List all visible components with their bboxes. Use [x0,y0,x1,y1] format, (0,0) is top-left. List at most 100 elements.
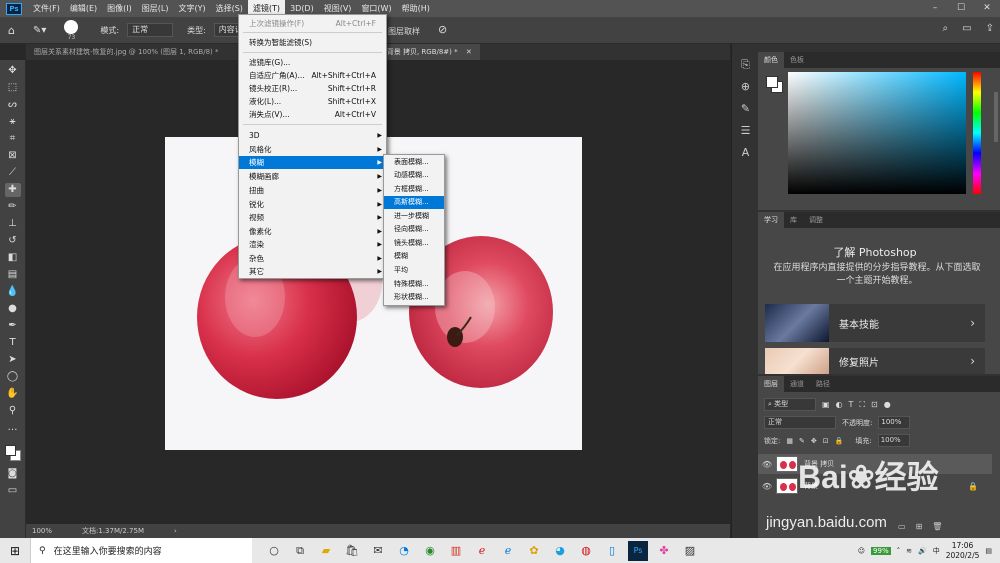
frame-tool-icon[interactable]: ⊠ [5,149,21,163]
volume-icon[interactable]: 🔊 [918,547,927,555]
crop-tool-icon[interactable]: ⌗ [5,132,21,146]
image-viewer-icon[interactable]: ▨ [680,541,700,561]
workspace-icon[interactable]: ▭ [962,23,971,34]
browser-e-red-icon[interactable]: ℯ [472,541,492,561]
system-clock[interactable]: 17:06 2020/2/5 [946,541,980,561]
new-layer-icon[interactable]: ⊞ [916,522,923,531]
filter-shape-icon[interactable]: ⛶ [859,400,865,410]
tab-paths[interactable]: 路径 [810,376,836,392]
menu-item-adaptive-wide-angle[interactable]: 自适应广角(A)... Alt+Shift+Ctrl+A [239,69,386,82]
document-tab-active[interactable]: (背景 拷贝, RGB/8#) * ✕ [376,44,480,60]
path-selection-tool-icon[interactable]: ➤ [5,353,21,367]
close-button[interactable]: ✕ [974,0,1000,17]
menu-item-vanishing-point[interactable]: 消失点(V)... Alt+Ctrl+V [239,108,386,121]
filter-toggle-icon[interactable]: ● [884,400,891,409]
menu-layer[interactable]: 图层(L) [137,0,174,17]
tab-adjustments[interactable]: 调整 [803,212,829,228]
home-icon[interactable]: ⌂ [8,24,15,37]
photoshop-taskbar-icon[interactable]: Ps [628,540,648,561]
tab-libraries[interactable]: 库 [784,212,803,228]
layer-row[interactable]: 👁 背景 🔒 [758,476,992,496]
submenu-item-radial-blur[interactable]: 径向模糊... [384,223,444,236]
paint-icon[interactable]: ✿ [524,541,544,561]
submenu-item-surface-blur[interactable]: 表面模糊... [384,156,444,169]
menu-item-stylize[interactable]: 风格化 ▶ [239,143,386,156]
menu-item-lens-correction[interactable]: 镜头校正(R)... Shift+Ctrl+R [239,82,386,95]
submenu-item-box-blur[interactable]: 方框模糊... [384,183,444,196]
menu-type[interactable]: 文字(Y) [173,0,210,17]
menu-item-liquify[interactable]: 液化(L)... Shift+Ctrl+X [239,95,386,108]
color-swatches[interactable] [3,442,23,464]
windows-start-icon[interactable]: ⊞ [0,544,30,558]
tab-swatches[interactable]: 色板 [784,52,810,68]
history-panel-icon[interactable]: ⎘ [732,54,759,76]
type-tool-icon[interactable]: T [5,336,21,350]
mode-select[interactable]: 正常 [127,23,174,37]
menu-edit[interactable]: 编辑(E) [65,0,102,17]
eraser-tool-icon[interactable]: ◧ [5,251,21,265]
submenu-item-blur[interactable]: 模糊 [384,250,444,263]
menu-help[interactable]: 帮助(H) [397,0,435,17]
menu-item-blur-gallery[interactable]: 模糊画廊 ▶ [239,170,386,183]
submenu-item-smart-blur[interactable]: 特殊模糊... [384,278,444,291]
notifications-icon[interactable]: ▤ [985,547,992,555]
pressure-icon[interactable]: ⊘ [438,23,447,36]
layer-row-active[interactable]: 👁 背景 拷贝 [758,454,992,474]
zoom-tool-icon[interactable]: ⚲ [5,404,21,418]
layer-kind-select[interactable]: ⌕ 类型 [764,398,816,411]
opacity-input[interactable]: 100% [878,416,911,429]
learn-card-fix-photo[interactable]: 修复照片 › [765,348,985,374]
pen-tool-icon[interactable]: ✒ [5,319,21,333]
brush-panel-icon[interactable]: ✎ [732,98,759,120]
menu-item-video[interactable]: 视频 ▶ [239,211,386,224]
people-icon[interactable]: ☺ [858,547,865,555]
menu-item-distort[interactable]: 扭曲 ▶ [239,184,386,197]
hue-slider[interactable] [973,72,981,194]
menu-item-render[interactable]: 渲染 ▶ [239,238,386,251]
netease-music-icon[interactable]: ◍ [576,541,596,561]
history-brush-tool-icon[interactable]: ↺ [5,234,21,248]
lock-pixels-icon[interactable]: ✎ [799,437,805,445]
visibility-eye-icon[interactable]: 👁 [758,482,776,491]
dodge-tool-icon[interactable]: ● [5,302,21,316]
file-explorer-icon[interactable]: ▰ [316,541,336,561]
hand-tool-icon[interactable]: ✋ [5,387,21,401]
submenu-item-average[interactable]: 平均 [384,264,444,277]
character-panel-icon[interactable]: A [732,142,759,164]
submenu-item-shape-blur[interactable]: 形状模糊... [384,291,444,304]
tab-color[interactable]: 颜色 [758,52,784,68]
maximize-button[interactable]: ☐ [948,0,974,17]
filter-type-icon[interactable]: T [849,400,854,409]
blend-mode-select[interactable]: 正常 [764,416,836,429]
lasso-tool-icon[interactable]: ᔕ [5,98,21,112]
eyedropper-tool-icon[interactable]: ⟋ [5,166,21,180]
lock-transparent-icon[interactable]: ▦ [786,437,793,445]
screen-mode-icon[interactable]: ▭ [5,484,21,498]
app-red-icon[interactable]: ▥ [446,541,466,561]
submenu-item-blur-more[interactable]: 进一步模糊 [384,210,444,223]
menu-item-sharpen[interactable]: 锐化 ▶ [239,198,386,211]
clock-app-icon[interactable]: ◔ [394,541,414,561]
move-tool-icon[interactable]: ✥ [5,64,21,78]
edge-icon[interactable]: ℯ [498,541,518,561]
submenu-item-lens-blur[interactable]: 镜头模糊... [384,237,444,250]
submenu-item-gaussian-blur[interactable]: 高斯模糊... [384,196,444,209]
color-swatches-small[interactable] [766,76,784,94]
cortana-icon[interactable]: ○ [264,541,284,561]
menu-item-other[interactable]: 其它 ▶ [239,265,386,278]
magic-wand-tool-icon[interactable]: ⚹ [5,115,21,129]
wifi-icon[interactable]: ≋ [906,547,912,555]
sample-all-layers-checkbox[interactable]: 图层取样 [388,26,420,37]
document-tab[interactable]: 图层关系素材建筑-恢复的.jpg @ 100% (图层 1, RGB/8) * [26,44,227,60]
menu-item-convert-smart-filter[interactable]: 转换为智能滤镜(S) [239,36,386,49]
search-icon[interactable]: ⌕ [943,23,949,34]
marquee-tool-icon[interactable]: ⬚ [5,81,21,95]
share-icon[interactable]: ⇪ [986,23,994,34]
taskbar-search[interactable]: ⚲ 在这里输入你要搜索的内容 [30,538,252,563]
ellipse-tool-icon[interactable]: ◯ [5,370,21,384]
task-view-icon[interactable]: ⧉ [290,541,310,561]
visibility-eye-icon[interactable]: 👁 [758,460,776,469]
adjustments-panel-icon[interactable]: ⊕ [732,76,759,98]
filter-adjust-icon[interactable]: ◐ [836,400,843,409]
zoom-level[interactable]: 100% [32,527,52,535]
